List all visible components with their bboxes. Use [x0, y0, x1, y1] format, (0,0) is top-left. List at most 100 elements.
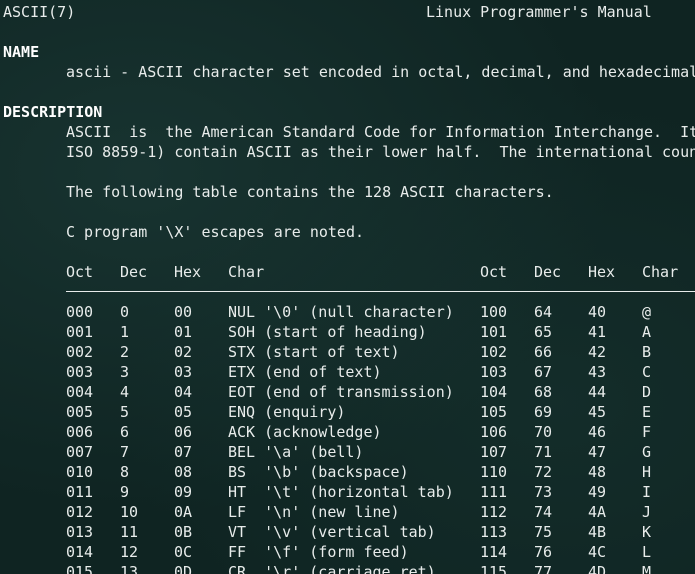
column-header-dec: Dec [534, 263, 562, 281]
column-header-dec: Dec [120, 263, 148, 281]
man-page-section-title: Linux Programmer's Manual [426, 3, 652, 21]
cell-hex: 42 [588, 343, 607, 361]
column-header-oct: Oct [66, 263, 94, 281]
name-text: ascii - ASCII character set encoded in o… [66, 63, 695, 81]
cell-char: ACK (acknowledge) [228, 423, 382, 441]
description-line: ISO 8859-1) contain ASCII as their lower… [66, 143, 695, 161]
cell-oct: 104 [480, 383, 508, 401]
cell-dec: 73 [534, 483, 553, 501]
cell-char: EOT (end of transmission) [228, 383, 454, 401]
cell-hex: 48 [588, 463, 607, 481]
cell-oct: 107 [480, 443, 508, 461]
cell-char: STX (start of text) [228, 343, 400, 361]
cell-dec: 74 [534, 503, 553, 521]
cell-char: M [642, 563, 652, 574]
cell-hex: 45 [588, 403, 607, 421]
cell-oct: 111 [480, 483, 508, 501]
cell-dec: 77 [534, 563, 553, 574]
cell-hex: 44 [588, 383, 607, 401]
cell-char: @ [642, 303, 652, 321]
cell-char: CR '\r' (carriage ret) [228, 563, 436, 574]
cell-dec: 8 [120, 463, 130, 481]
cell-oct: 004 [66, 383, 94, 401]
cell-dec: 2 [120, 343, 130, 361]
cell-char: K [642, 523, 652, 541]
cell-hex: 49 [588, 483, 607, 501]
cell-char: BEL '\a' (bell) [228, 443, 364, 461]
cell-dec: 0 [120, 303, 130, 321]
cell-oct: 000 [66, 303, 94, 321]
cell-char: HT '\t' (horizontal tab) [228, 483, 454, 501]
cell-dec: 12 [120, 543, 139, 561]
man-page-title: ASCII(7) [3, 3, 76, 21]
description-heading: DESCRIPTION [3, 103, 103, 121]
cell-oct: 001 [66, 323, 94, 341]
cell-oct: 003 [66, 363, 94, 381]
cell-dec: 70 [534, 423, 553, 441]
cell-dec: 1 [120, 323, 130, 341]
cell-oct: 100 [480, 303, 508, 321]
name-heading: NAME [3, 43, 40, 61]
cell-char: G [642, 443, 652, 461]
cell-oct: 005 [66, 403, 94, 421]
column-header-oct: Oct [480, 263, 508, 281]
cell-char: D [642, 383, 652, 401]
cell-dec: 65 [534, 323, 553, 341]
cell-hex: 09 [174, 483, 193, 501]
cell-char: F [642, 423, 652, 441]
cell-dec: 7 [120, 443, 130, 461]
cell-dec: 67 [534, 363, 553, 381]
cell-dec: 13 [120, 563, 139, 574]
cell-hex: 00 [174, 303, 193, 321]
cell-oct: 110 [480, 463, 508, 481]
cell-oct: 112 [480, 503, 508, 521]
cell-oct: 014 [66, 543, 94, 561]
cell-oct: 007 [66, 443, 94, 461]
cell-dec: 66 [534, 343, 553, 361]
cell-char: NUL '\0' (null character) [228, 303, 454, 321]
cell-dec: 3 [120, 363, 130, 381]
cell-oct: 006 [66, 423, 94, 441]
cell-dec: 71 [534, 443, 553, 461]
cell-char: H [642, 463, 652, 481]
cell-hex: 06 [174, 423, 193, 441]
description-line: C program '\X' escapes are noted. [66, 223, 365, 241]
cell-dec: 4 [120, 383, 130, 401]
table-divider [66, 291, 695, 292]
column-header-hex: Hex [174, 263, 202, 281]
cell-char: VT '\v' (vertical tab) [228, 523, 436, 541]
cell-char: I [642, 483, 652, 501]
terminal-window[interactable]: ASCII(7) Linux Programmer's Manual NAME … [0, 0, 695, 574]
cell-hex: 04 [174, 383, 193, 401]
cell-oct: 114 [480, 543, 508, 561]
cell-oct: 105 [480, 403, 508, 421]
description-line: ASCII is the American Standard Code for … [66, 123, 695, 141]
cell-hex: 07 [174, 443, 193, 461]
cell-char: BS '\b' (backspace) [228, 463, 409, 481]
cell-oct: 106 [480, 423, 508, 441]
cell-dec: 10 [120, 503, 139, 521]
cell-dec: 69 [534, 403, 553, 421]
cell-oct: 012 [66, 503, 94, 521]
cell-char: SOH (start of heading) [228, 323, 427, 341]
cell-char: B [642, 343, 652, 361]
column-header-char: Char [228, 263, 265, 281]
cell-hex: 40 [588, 303, 607, 321]
cell-oct: 013 [66, 523, 94, 541]
cell-dec: 6 [120, 423, 130, 441]
cell-char: A [642, 323, 652, 341]
cell-hex: 4B [588, 523, 607, 541]
cell-oct: 103 [480, 363, 508, 381]
cell-dec: 64 [534, 303, 553, 321]
cell-char: L [642, 543, 652, 561]
cell-hex: 05 [174, 403, 193, 421]
cell-char: ETX (end of text) [228, 363, 382, 381]
cell-oct: 015 [66, 563, 94, 574]
cell-oct: 010 [66, 463, 94, 481]
cell-hex: 0C [174, 543, 193, 561]
cell-oct: 002 [66, 343, 94, 361]
cell-char: C [642, 363, 652, 381]
cell-dec: 76 [534, 543, 553, 561]
cell-hex: 4C [588, 543, 607, 561]
cell-hex: 4D [588, 563, 607, 574]
